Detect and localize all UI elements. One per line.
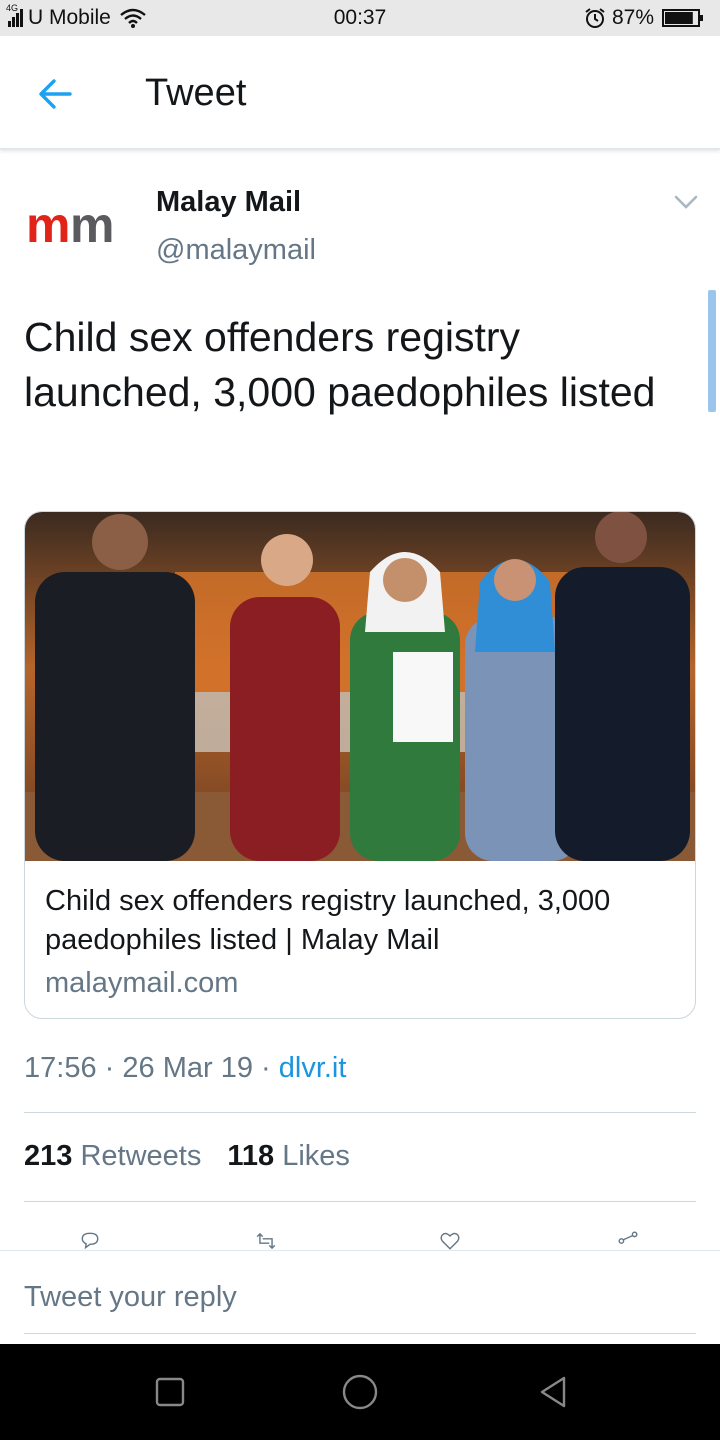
share-icon[interactable] [608, 1230, 648, 1252]
status-bar: 4G U Mobile 00:37 87% [0, 0, 720, 36]
home-icon[interactable] [340, 1372, 380, 1412]
tweet-source-link[interactable]: dlvr.it [279, 1052, 347, 1084]
card-image [25, 512, 695, 861]
tweet-stats: 213 Retweets 118 Likes [24, 1140, 376, 1173]
likes-count: 118 [227, 1140, 275, 1172]
malay-mail-logo: m m [26, 197, 116, 253]
retweet-icon[interactable] [246, 1230, 286, 1252]
tweet-text: Child sex offenders registry launched, 3… [24, 314, 656, 415]
page-title: Tweet [145, 72, 247, 114]
retweets-label: Retweets [80, 1140, 202, 1172]
reply-icon[interactable] [70, 1230, 110, 1252]
author-name[interactable]: Malay Mail [156, 186, 301, 219]
card-title: Child sex offenders registry launched, 3… [45, 885, 611, 956]
meta-separator: · [261, 1052, 271, 1084]
avatar[interactable]: m m [24, 196, 134, 256]
likes-stat[interactable]: 118 Likes [227, 1140, 350, 1173]
status-right: 87% [584, 6, 704, 30]
reply-input[interactable]: Tweet your reply [24, 1281, 237, 1314]
divider [24, 1112, 696, 1113]
likes-label: Likes [282, 1140, 350, 1172]
card-domain: malaymail.com [45, 967, 239, 999]
recent-apps-icon[interactable] [150, 1372, 190, 1412]
app-bar: Tweet [0, 36, 720, 150]
reply-underline [24, 1333, 696, 1334]
svg-text:m: m [70, 197, 112, 253]
link-card[interactable]: Child sex offenders registry launched, 3… [24, 511, 696, 1019]
tweet-date: 26 Mar 19 [122, 1052, 253, 1084]
alarm-icon [585, 8, 605, 28]
scroll-indicator[interactable] [708, 290, 716, 412]
reply-bar: Tweet your reply [0, 1250, 720, 1345]
retweets-count: 213 [24, 1140, 73, 1172]
svg-text:m: m [26, 197, 68, 253]
meta-separator: · [104, 1052, 115, 1084]
battery-percent: 87% [611, 6, 654, 29]
back-nav-icon[interactable] [534, 1372, 574, 1412]
arrow-left-icon[interactable] [34, 72, 78, 116]
author-handle[interactable]: @malaymail [156, 234, 316, 267]
tweet-time: 17:56 [24, 1052, 97, 1084]
system-nav-bar [0, 1344, 720, 1440]
retweets-stat[interactable]: 213 Retweets [24, 1140, 201, 1173]
battery-icon [662, 9, 703, 27]
like-icon[interactable] [430, 1230, 470, 1252]
chevron-down-icon[interactable] [672, 190, 700, 214]
divider [24, 1201, 696, 1202]
tweet-meta: 17:56 · 26 Mar 19 · dlvr.it [24, 1052, 346, 1085]
